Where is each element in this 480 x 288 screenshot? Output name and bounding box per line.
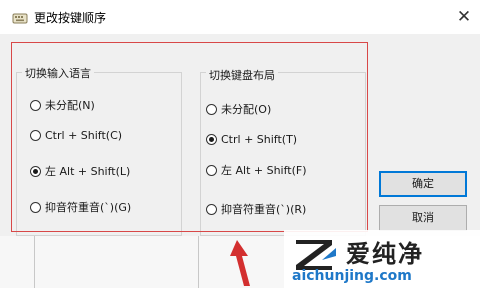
watermark-url: aichunjing.com — [292, 268, 412, 284]
keyboard-icon — [12, 13, 28, 24]
divider — [198, 236, 199, 288]
close-button[interactable]: ✕ — [448, 2, 480, 32]
annotation-arrow-icon — [230, 240, 250, 286]
watermark-logo-icon — [296, 240, 336, 270]
watermark: 爱纯净 aichunjing.com — [284, 230, 480, 288]
window-title: 更改按键顺序 — [34, 11, 107, 25]
title-bar: 更改按键顺序 ✕ — [0, 0, 480, 34]
cancel-button[interactable]: 取消 — [379, 205, 467, 231]
change-key-sequence-dialog: 更改按键顺序 ✕ 切换输入语言 未分配(N) Ctrl + Shift(C) 左… — [0, 0, 480, 288]
divider — [34, 236, 35, 288]
watermark-brand: 爱纯净 — [346, 240, 424, 268]
annotation-highlight-box — [11, 42, 368, 232]
ok-button[interactable]: 确定 — [379, 171, 467, 197]
